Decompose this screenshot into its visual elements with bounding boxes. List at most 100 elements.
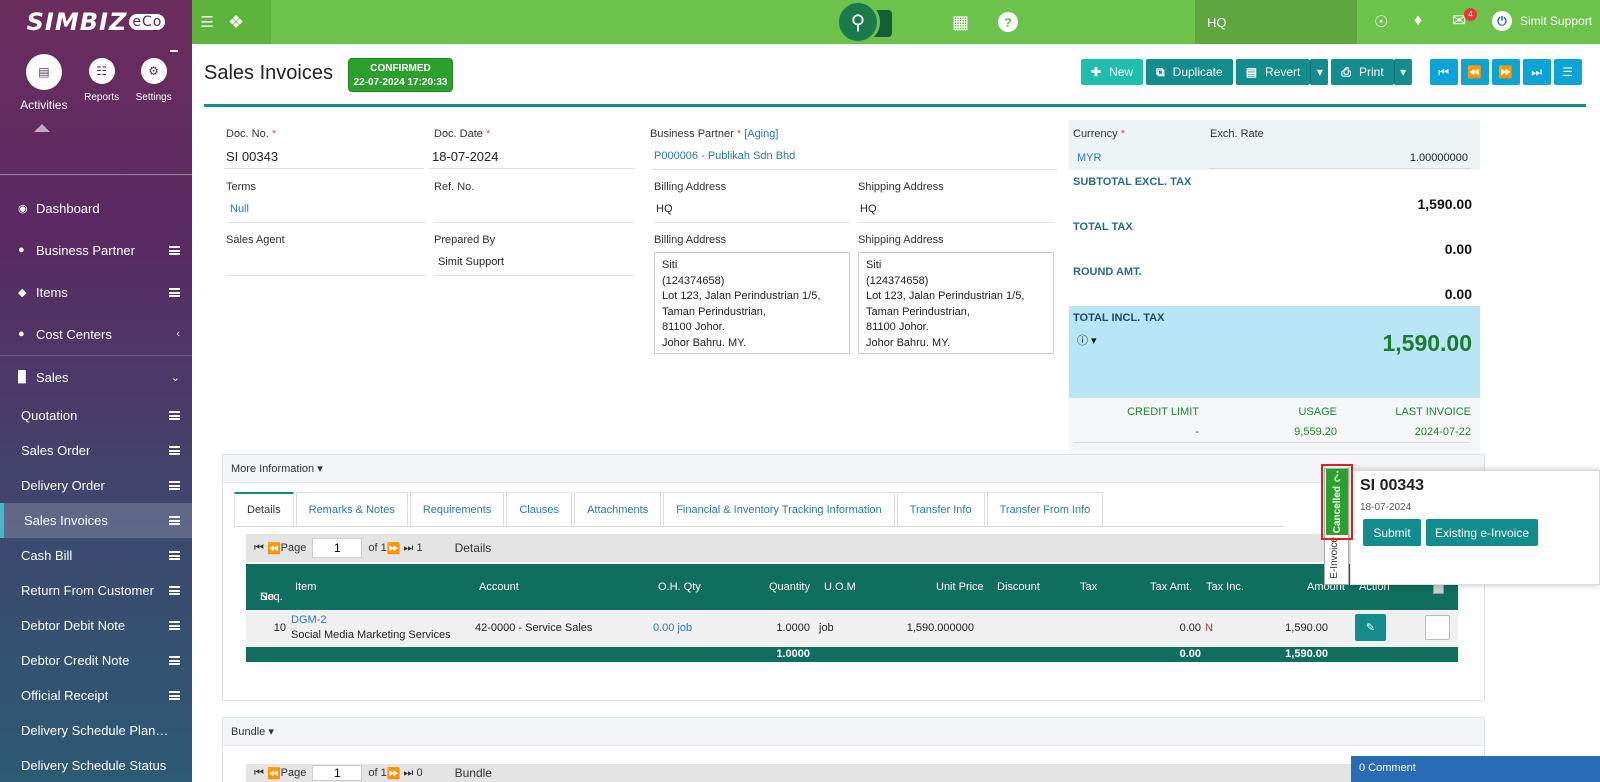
sidebar-subitem-return-from-customer[interactable]: Return From Customer [0, 573, 192, 608]
branch-selector[interactable]: HQ [1195, 0, 1357, 44]
list-icon[interactable] [169, 287, 180, 297]
caret-down-icon: ▾ [1400, 65, 1407, 79]
shipping-address-box[interactable]: Siti (124374658) Lot 123, Jalan Perindustr… [858, 252, 1054, 354]
sidebar-subitem-debtor-credit-note[interactable]: Debtor Credit Note [0, 643, 192, 678]
list-icon[interactable] [169, 481, 180, 490]
shipping-select[interactable]: HQ [858, 199, 1054, 223]
tab-attachments[interactable]: Attachments [574, 492, 662, 526]
list-icon[interactable] [169, 621, 180, 630]
print-dropdown[interactable]: ▾ [1393, 59, 1412, 85]
sidebar-subitem-official-receipt[interactable]: Official Receipt [0, 678, 192, 713]
list-icon[interactable] [169, 516, 180, 525]
help-icon[interactable]: ? [998, 12, 1018, 32]
comments-bar[interactable]: 0 Comment [1351, 756, 1600, 782]
mode-settings[interactable]: ⚙ Settings [136, 58, 172, 134]
sidebar-subitem-cash-bill[interactable]: Cash Bill [0, 538, 192, 573]
sidebar-item-cost-centers[interactable]: ● Cost Centers ‹ [0, 313, 192, 355]
sidebar-subitem-sales-invoices[interactable]: Sales Invoices [0, 503, 192, 538]
tab-clauses[interactable]: Clauses [506, 492, 573, 526]
tab-transfer-from-info[interactable]: Transfer From Info [986, 492, 1104, 526]
sidebar-collapse-button[interactable] [170, 50, 178, 52]
exch-rate-field[interactable]: 1.00000000 [1410, 152, 1468, 164]
bell-icon[interactable]: ♦ [1414, 12, 1422, 30]
info-dropdown[interactable]: ⓘ ▾ [1077, 332, 1097, 348]
doc-date-field[interactable]: 18-07-2024 [430, 145, 634, 169]
list-view-button[interactable]: ☰ [1553, 59, 1582, 85]
prev-page-icon[interactable]: ⏪ [267, 767, 281, 780]
list-icon[interactable] [169, 446, 180, 455]
last-record-button[interactable]: ⏭ [1522, 59, 1551, 85]
mode-activities[interactable]: ▤ Activities [20, 54, 68, 134]
cell-item-code[interactable]: DGM-2 [291, 614, 326, 626]
sidebar-subitem-delivery-schedule-planning[interactable]: Delivery Schedule Planning [0, 713, 192, 748]
page-input[interactable] [312, 538, 363, 558]
store-icon[interactable]: ▦ [952, 12, 969, 33]
tab-financial-inventory-tracking-information[interactable]: Financial & Inventory Tracking Informati… [663, 492, 895, 526]
credit-section: CREDIT LIMIT - USAGE 9,559.20 LAST INVOI… [1069, 398, 1480, 458]
prev-record-button[interactable]: ⏪ [1460, 59, 1489, 85]
terms-field[interactable]: Null [228, 199, 426, 223]
revert-button[interactable]: ▤ Revert [1235, 59, 1311, 85]
aging-link[interactable]: [Aging] [744, 128, 778, 140]
tab-requirements[interactable]: Requirements [409, 492, 505, 526]
billing-select[interactable]: HQ [654, 199, 850, 223]
tab-transfer-info[interactable]: Transfer Info [896, 492, 985, 526]
sidebar-subitem-quotation[interactable]: Quotation [0, 398, 192, 433]
app-logo[interactable]: SIMBIZ eCo [0, 0, 192, 44]
sidebar-subitem-sales-order[interactable]: Sales Order [0, 433, 192, 468]
globe-icon[interactable]: ☉ [1374, 12, 1388, 32]
list-icon[interactable] [169, 551, 180, 560]
global-search: ⚲ [836, 0, 896, 48]
list-icon[interactable] [169, 691, 180, 700]
list-icon[interactable] [169, 245, 180, 255]
ref-no-field[interactable] [434, 199, 634, 223]
new-button[interactable]: ✚ New [1081, 59, 1144, 85]
last-page-icon[interactable]: ⏭ [404, 767, 414, 780]
sidebar-subitem-delivery-order[interactable]: Delivery Order [0, 468, 192, 503]
bundle-toggle[interactable]: Bundle ▾ [223, 718, 1484, 746]
row-checkbox[interactable] [1425, 615, 1450, 640]
list-icon[interactable] [169, 656, 180, 665]
first-page-icon[interactable]: ⏮ [254, 767, 264, 780]
edit-row-button[interactable]: ✎ [1355, 614, 1386, 641]
user-menu[interactable]: ⏻ Simit Support [1492, 11, 1592, 31]
tab-details[interactable]: Details [234, 492, 294, 526]
sidebar-item-business-partner[interactable]: ● Business Partner [0, 229, 192, 271]
sidebar-item-items[interactable]: ◆ Items [0, 271, 192, 313]
sales-agent-field[interactable] [226, 252, 426, 276]
hamburger-icon[interactable]: ☰ [196, 13, 218, 31]
sidebar-subitem-debtor-debit-note[interactable]: Debtor Debit Note [0, 608, 192, 643]
submit-button[interactable]: Submit [1363, 519, 1421, 546]
address-line: 81100 Johor. [866, 321, 929, 333]
first-page-icon[interactable]: ⏮ [254, 542, 264, 555]
first-record-button[interactable]: ⏮ [1429, 59, 1458, 85]
next-page-icon[interactable]: ⏩ [387, 542, 401, 555]
prev-page-icon[interactable]: ⏪ [267, 542, 281, 555]
business-partner-field[interactable]: P000006 - Publikah Sdn Bhd [652, 146, 1057, 170]
print-button[interactable]: ⎙ Print [1331, 59, 1394, 85]
prepared-by-field[interactable]: Simit Support [434, 252, 634, 276]
table-row[interactable]: 10 DGM-2 Social Media Marketing Services… [246, 610, 1458, 646]
list-icon[interactable] [169, 411, 180, 420]
total-incl-value: 1,590.00 [1382, 330, 1472, 356]
next-page-icon[interactable]: ⏩ [387, 767, 401, 780]
doc-no-field[interactable]: SI 00343 [224, 145, 424, 169]
cell-oh-qty[interactable]: 0.00 job [653, 622, 692, 634]
more-info-toggle[interactable]: More Information ▾ [223, 455, 1484, 483]
revert-dropdown[interactable]: ▾ [1310, 59, 1329, 85]
mode-reports[interactable]: ☷ Reports [84, 58, 119, 134]
currency-field[interactable]: MYR [1077, 152, 1101, 164]
existing-einvoice-button[interactable]: Existing e-Invoice [1426, 519, 1538, 546]
last-page-icon[interactable]: ⏭ [404, 542, 414, 555]
cubes-icon[interactable]: ❖ [228, 12, 244, 33]
sidebar-item-sales[interactable]: █ Sales ⌄ [0, 356, 192, 398]
sidebar-subitem-delivery-schedule-status[interactable]: Delivery Schedule Status [0, 748, 192, 782]
duplicate-button[interactable]: ⧉ Duplicate [1146, 59, 1233, 85]
sidebar-item-dashboard[interactable]: ◉ Dashboard [0, 187, 192, 229]
page-input[interactable] [312, 765, 363, 781]
billing-address-box[interactable]: Siti (124374658) Lot 123, Jalan Perindustr… [654, 252, 850, 354]
tab-remarks-notes[interactable]: Remarks & Notes [295, 492, 408, 526]
next-record-button[interactable]: ⏩ [1491, 59, 1520, 85]
search-icon[interactable]: ⚲ [836, 0, 880, 44]
list-icon[interactable] [169, 586, 180, 595]
